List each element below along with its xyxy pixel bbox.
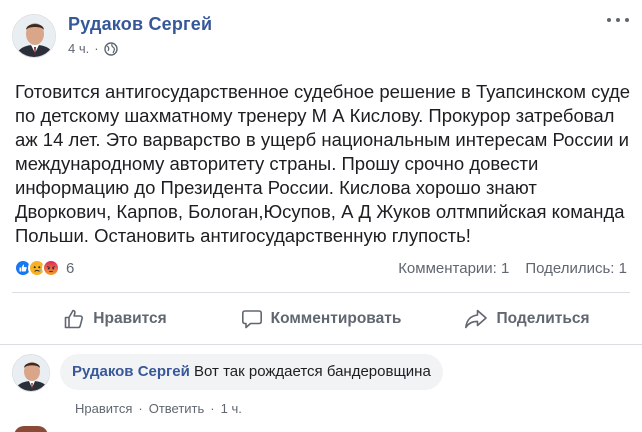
post-time[interactable]: 4 ч. xyxy=(68,41,89,56)
like-button[interactable]: Нравится xyxy=(12,300,218,338)
post-header: Рудаков Сергей 4 ч. · xyxy=(12,12,212,68)
meta-separator: · xyxy=(94,41,99,56)
comment-button[interactable]: Комментировать xyxy=(218,300,424,338)
reactions-count: 6 xyxy=(66,259,75,277)
thumbs-up-icon xyxy=(64,309,84,329)
comment-reply-link[interactable]: Ответить xyxy=(149,401,205,416)
comment-bubble: Рудаков Сергей Вот так рождается бандеро… xyxy=(60,354,443,390)
next-comment-avatar[interactable] xyxy=(14,426,48,432)
comment-actions-separator: · xyxy=(210,401,215,416)
comment-author-name[interactable]: Рудаков Сергей xyxy=(72,363,190,380)
comment-item: Рудаков Сергей Вот так рождается бандеро… xyxy=(12,354,443,392)
comment-bubble-icon xyxy=(241,310,262,329)
author-avatar[interactable] xyxy=(12,14,56,58)
comment-actions: Нравится · Ответить · 1 ч. xyxy=(75,401,242,416)
post-body-text: Готовится антигосударственное судебное р… xyxy=(15,81,631,246)
more-options-icon[interactable] xyxy=(607,14,629,26)
facebook-post: Рудаков Сергей 4 ч. · Готовится антигосу… xyxy=(0,0,642,432)
post-action-bar: Нравится Комментировать Поделиться xyxy=(12,300,630,338)
commenter-avatar[interactable] xyxy=(12,354,50,392)
post-stats: Комментарии: 1 Поделились: 1 xyxy=(398,260,627,277)
share-arrow-icon xyxy=(465,309,488,329)
reactions-summary[interactable]: 6 xyxy=(14,259,74,277)
comment-actions-separator: · xyxy=(138,401,143,416)
divider xyxy=(0,344,642,345)
post-meta: 4 ч. · xyxy=(68,41,212,56)
share-button-label: Поделиться xyxy=(496,310,590,327)
comment-time[interactable]: 1 ч. xyxy=(221,401,242,416)
post-author-name[interactable]: Рудаков Сергей xyxy=(68,13,212,35)
share-button[interactable]: Поделиться xyxy=(424,300,630,338)
globe-icon[interactable] xyxy=(103,41,118,56)
shares-count-link[interactable]: Поделились: 1 xyxy=(525,260,627,277)
comments-count-link[interactable]: Комментарии: 1 xyxy=(398,260,509,277)
angry-icon xyxy=(42,259,60,277)
comment-text: Вот так рождается бандеровщина xyxy=(194,363,431,380)
comment-button-label: Комментировать xyxy=(270,310,402,327)
like-button-label: Нравится xyxy=(93,310,167,327)
comment-like-link[interactable]: Нравится xyxy=(75,401,132,416)
divider xyxy=(12,292,630,293)
